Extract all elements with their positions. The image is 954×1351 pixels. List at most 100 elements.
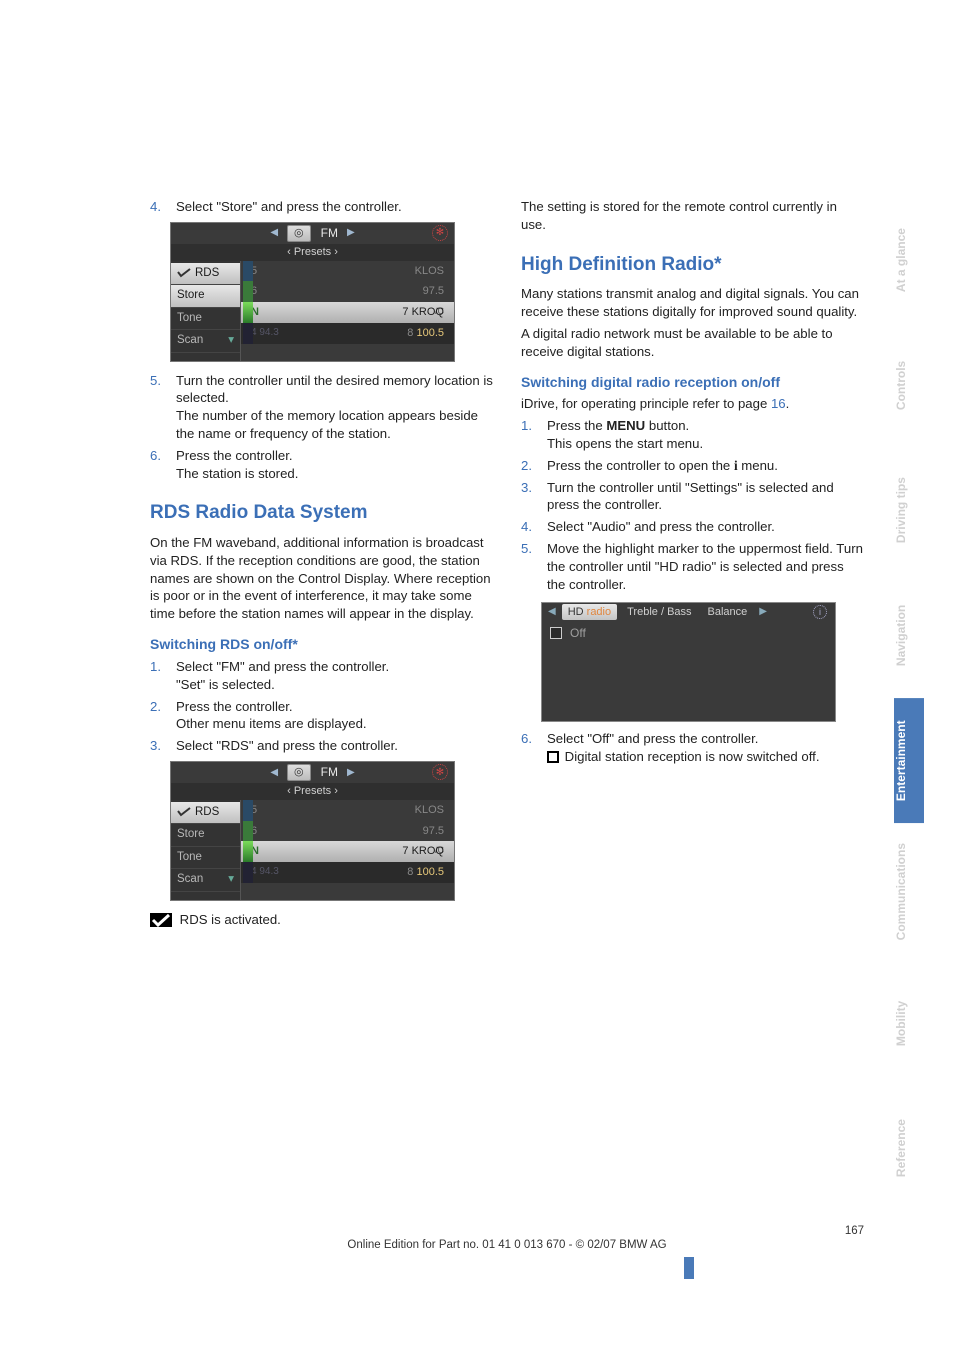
text: Turn the controller until "Settings" is … xyxy=(547,479,864,515)
step-4: 4. Select "Store" and press the controll… xyxy=(150,198,493,216)
gear-icon: ✻ xyxy=(432,225,448,241)
sidebar-item-store: Store xyxy=(171,285,240,308)
tab-driving-tips[interactable]: Driving tips xyxy=(894,448,924,573)
rds-check-icon xyxy=(177,268,191,278)
band-icon: ◎ xyxy=(294,226,304,241)
list-number: 2. xyxy=(150,698,166,734)
tab-controls[interactable]: Controls xyxy=(894,323,924,448)
band-chip: ◎ xyxy=(287,764,311,781)
text: Move the highlight marker to the uppermo… xyxy=(547,540,864,593)
preset-num: 7 xyxy=(402,845,408,857)
tab-text-accent: radio xyxy=(587,606,611,618)
tab-entertainment[interactable]: Entertainment xyxy=(894,698,924,823)
presets-label: ‹ Presets › xyxy=(171,244,454,261)
right-arrow-icon: ▶ xyxy=(757,605,769,619)
list-number: 3. xyxy=(150,737,166,755)
step-text: Select "Store" and press the controller. xyxy=(176,198,493,216)
preset-name: 97.5 xyxy=(423,824,444,839)
text: Select "Off" and press the controller. xyxy=(547,731,758,746)
step-text: The number of the memory location appear… xyxy=(176,408,478,441)
chevron-down-icon: ▾ xyxy=(228,872,234,888)
right-column: The setting is stored for the remote con… xyxy=(521,198,864,933)
presets-label: ‹ Presets › xyxy=(171,783,454,800)
tab-at-a-glance[interactable]: At a glance xyxy=(894,198,924,323)
gear-icon: ✻ xyxy=(432,764,448,780)
list-number: 4. xyxy=(521,518,537,536)
off-label: Off xyxy=(570,625,586,641)
preset-name: KLOS xyxy=(415,803,444,818)
tab-text: HD xyxy=(568,606,587,618)
fm-label: FM xyxy=(321,225,338,241)
step-text: "Set" is selected. xyxy=(176,677,275,692)
step-text: Press the controller. xyxy=(176,448,293,463)
text: menu. xyxy=(738,458,778,473)
screenshot-hd-settings: ◀ HD radio Treble / Bass Balance ▶ i Off xyxy=(541,602,836,723)
hd-step-6: 6. Select "Off" and press the controller… xyxy=(521,730,864,766)
preset-row: 5KLOS xyxy=(241,261,454,282)
step-text: Select "FM" and press the controller. xyxy=(176,659,389,674)
preset-row: 697.5 xyxy=(241,821,454,842)
preset-row-selected: N/C7 KROQ xyxy=(241,302,454,323)
screenshot-rds: ◀ ◎ FM ▶ ✻ ‹ Presets › RDS Store Tone xyxy=(170,761,455,901)
tab-navigation[interactable]: Navigation xyxy=(894,573,924,698)
preset-num: 8 xyxy=(407,866,413,878)
hd-step-3: 3. Turn the controller until "Settings" … xyxy=(521,479,864,515)
list-number: 6. xyxy=(521,730,537,766)
sidebar-item-store: Store xyxy=(171,824,240,847)
preset-row-selected: N/C7 KROQ xyxy=(241,841,454,862)
sidebar-item-scan: Scan ▾ xyxy=(171,330,240,353)
section-tabs: At a glance Controls Driving tips Naviga… xyxy=(894,198,924,1211)
sidebar-item-tone: Tone xyxy=(171,847,240,870)
idrive-ref: iDrive, for operating principle refer to… xyxy=(521,395,864,413)
page-number: 167 xyxy=(150,1225,864,1237)
preset-row: 4 94.38 100.5 xyxy=(241,323,454,344)
step-text: Turn the controller until the desired me… xyxy=(176,373,493,406)
step-text: Select "RDS" and press the controller. xyxy=(176,738,398,753)
hd-step-2: 2. Press the controller to open the i me… xyxy=(521,457,864,475)
preset-name: KROQ xyxy=(412,306,444,318)
right-arrow-icon: ▶ xyxy=(344,226,358,240)
page-link[interactable]: 16 xyxy=(771,396,786,411)
step-6: 6. Press the controller. The station is … xyxy=(150,447,493,483)
left-arrow-icon: ◀ xyxy=(267,766,281,780)
step-text: Press the controller. xyxy=(176,699,293,714)
text: Press the xyxy=(547,418,606,433)
paragraph: The setting is stored for the remote con… xyxy=(521,198,864,234)
paragraph: A digital radio network must be availabl… xyxy=(521,325,864,361)
sidebar-label: Scan xyxy=(177,872,203,888)
preset-name: KROQ xyxy=(412,845,444,857)
list-number: 5. xyxy=(150,372,166,443)
preset-num: 8 xyxy=(407,327,413,339)
sidebar-item-scan: Scan ▾ xyxy=(171,869,240,892)
heading-hd-switch: Switching digital radio reception on/off xyxy=(521,373,864,392)
fm-label: FM xyxy=(321,764,338,780)
preset-name: 97.5 xyxy=(423,284,444,299)
preset-name: 100.5 xyxy=(416,327,444,339)
tab-communications[interactable]: Communications xyxy=(894,823,924,960)
text: . xyxy=(786,396,790,411)
sidebar-item-rds: RDS xyxy=(171,263,240,286)
tab-reference[interactable]: Reference xyxy=(894,1086,924,1211)
list-number: 6. xyxy=(150,447,166,483)
right-arrow-icon: ▶ xyxy=(344,766,358,780)
text: Digital station reception is now switche… xyxy=(561,749,820,764)
checkbox-icon xyxy=(547,751,559,763)
chevron-down-icon: ▾ xyxy=(228,333,234,349)
band-icon: ◎ xyxy=(294,765,304,780)
list-number: 1. xyxy=(150,658,166,694)
rds-activated-line: RDS is activated. xyxy=(150,911,493,929)
tab-mobility[interactable]: Mobility xyxy=(894,961,924,1086)
heading-hd-radio: High Definition Radio* xyxy=(521,252,864,278)
text: Select "Audio" and press the controller. xyxy=(547,518,864,536)
tab-balance: Balance xyxy=(702,604,754,621)
hd-step-4: 4. Select "Audio" and press the controll… xyxy=(521,518,864,536)
preset-name: 100.5 xyxy=(416,866,444,878)
rds-activated-icon xyxy=(150,913,172,927)
footer-accent xyxy=(684,1257,694,1279)
list-number: 4. xyxy=(150,198,166,216)
footer-copyright: Online Edition for Part no. 01 41 0 013 … xyxy=(150,1239,864,1251)
step-text: Other menu items are displayed. xyxy=(176,716,367,731)
hd-step-5: 5. Move the highlight marker to the uppe… xyxy=(521,540,864,593)
tab-hd-radio: HD radio xyxy=(562,604,617,621)
rds-step-1: 1. Select "FM" and press the controller.… xyxy=(150,658,493,694)
